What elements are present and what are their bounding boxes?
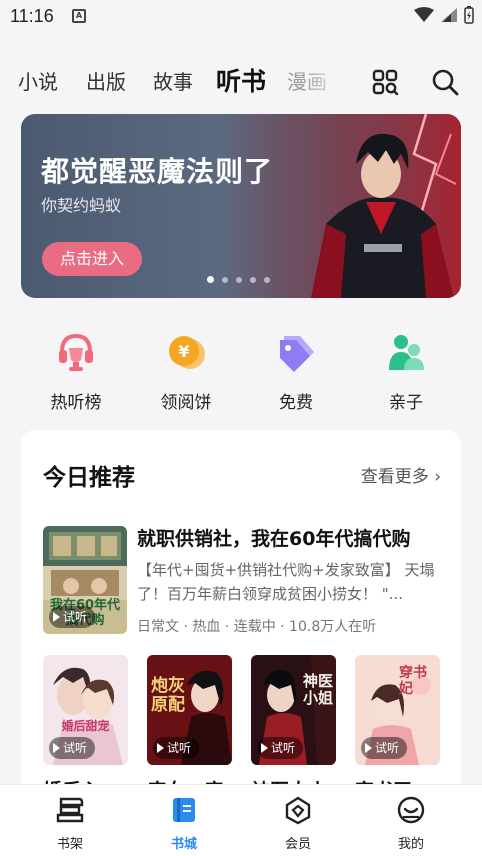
quick-entry-label: 领阅饼 <box>160 393 212 413</box>
try-listen-label: 试听 <box>167 741 192 755</box>
bottom-tab-bar: 书架 书城 会员 我的 <box>0 784 482 856</box>
banner-title: 都觉醒恶魔法则了 <box>41 155 274 188</box>
tag-icon <box>280 336 314 372</box>
tab-bookshelf[interactable]: 书架 <box>35 795 105 852</box>
profile-icon <box>397 796 425 824</box>
play-icon <box>53 743 60 753</box>
banner-dot[interactable] <box>250 276 256 283</box>
tab-audiobook[interactable]: 听书 <box>216 62 266 98</box>
banner-subtitle: 你契约蚂蚁 <box>41 196 122 215</box>
bookshelf-icon <box>56 797 84 823</box>
quick-entries: 热听榜 ¥ 领阅饼 免费 亲子 <box>21 330 461 413</box>
quick-entry-free[interactable]: 免费 <box>246 330 346 413</box>
featured-book-title[interactable]: 就职供销社，我在60年代搞代购 <box>137 524 410 551</box>
try-listen-badge[interactable]: 试听 <box>49 606 96 628</box>
banner-dot[interactable] <box>236 276 242 283</box>
tab-novel[interactable]: 小说 <box>18 66 58 95</box>
book-cover[interactable]: 炮灰原配 试听 <box>147 655 232 765</box>
book-cover-title: 穿书妃 <box>399 665 427 697</box>
tab-label: 我的 <box>397 837 424 852</box>
try-listen-label: 试听 <box>63 741 88 755</box>
status-bar: 11:16 A <box>0 0 482 34</box>
play-icon <box>53 612 60 622</box>
promo-banner[interactable]: 都觉醒恶魔法则了 你契约蚂蚁 点击进入 <box>21 114 461 298</box>
banner-enter-button[interactable]: 点击进入 <box>42 242 142 276</box>
nav-fade <box>300 56 350 106</box>
banner-pagination <box>207 276 270 283</box>
featured-book-desc: 【年代+囤货+供销社代购+发家致富】 天塌了！百万年薪白领穿成贫困小捞女！ ".… <box>137 561 435 603</box>
book-cover[interactable]: 婚后甜宠 试听 <box>43 655 128 765</box>
tab-profile[interactable]: 我的 <box>376 795 446 852</box>
try-listen-badge[interactable]: 试听 <box>257 737 304 759</box>
quick-entry-coin[interactable]: ¥ 领阅饼 <box>136 330 236 413</box>
banner-character-art <box>286 114 461 298</box>
tab-bookstore[interactable]: 书城 <box>149 795 219 852</box>
category-grid-icon[interactable] <box>371 68 399 96</box>
banner-dot[interactable] <box>207 276 214 283</box>
try-listen-badge[interactable]: 试听 <box>153 737 200 759</box>
try-listen-badge[interactable]: 试听 <box>49 737 96 759</box>
vip-icon <box>285 796 311 825</box>
play-icon <box>261 743 268 753</box>
top-nav: 小说 出版 故事 听书 漫画 <box>0 56 482 106</box>
parent-child-icon <box>389 335 424 370</box>
notification-icon: A <box>72 9 86 23</box>
status-time: 11:16 <box>10 6 54 26</box>
tab-label: 书架 <box>56 837 83 852</box>
play-icon <box>157 743 164 753</box>
featured-book-cover[interactable]: 我在60年代搞代购 试听 <box>43 526 127 634</box>
try-listen-label: 试听 <box>375 741 400 755</box>
see-more-link[interactable]: 查看更多 › <box>361 462 441 487</box>
banner-dot[interactable] <box>264 276 270 283</box>
tab-publish[interactable]: 出版 <box>86 66 126 95</box>
tab-story[interactable]: 故事 <box>153 66 193 95</box>
headphone-trophy-icon <box>59 333 93 371</box>
quick-entry-label: 热听榜 <box>50 393 102 413</box>
book-cover-title: 婚后甜宠 <box>61 719 110 733</box>
play-icon <box>365 743 372 753</box>
book-cover-title: 神医小姐 <box>303 672 334 707</box>
book-cover-title: 炮灰原配 <box>151 676 185 715</box>
signal-icon <box>441 8 457 22</box>
featured-book-meta: 日常文 · 热血 · 连载中 · 10.8万人在听 <box>137 619 377 635</box>
try-listen-label: 试听 <box>63 610 88 624</box>
tab-label: 会员 <box>284 837 311 852</box>
svg-text:¥: ¥ <box>178 342 189 361</box>
quick-entry-parent-child[interactable]: 亲子 <box>356 330 456 413</box>
quick-entry-label: 亲子 <box>389 393 423 413</box>
quick-entry-hot-listen[interactable]: 热听榜 <box>26 330 126 413</box>
tab-label: 书城 <box>170 837 197 852</box>
bookstore-icon <box>173 798 195 822</box>
coin-icon: ¥ <box>169 336 205 369</box>
recommend-title: 今日推荐 <box>43 465 135 491</box>
book-cover[interactable]: 穿书妃 试听 <box>355 655 440 765</box>
banner-dot[interactable] <box>222 276 228 283</box>
try-listen-badge[interactable]: 试听 <box>361 737 408 759</box>
status-icons <box>414 6 474 24</box>
tab-vip[interactable]: 会员 <box>263 795 333 852</box>
wifi-icon <box>414 7 434 22</box>
search-icon[interactable] <box>431 68 459 96</box>
battery-icon <box>464 6 474 24</box>
try-listen-label: 试听 <box>271 741 296 755</box>
book-cover[interactable]: 神医小姐 试听 <box>251 655 336 765</box>
quick-entry-label: 免费 <box>279 393 313 413</box>
